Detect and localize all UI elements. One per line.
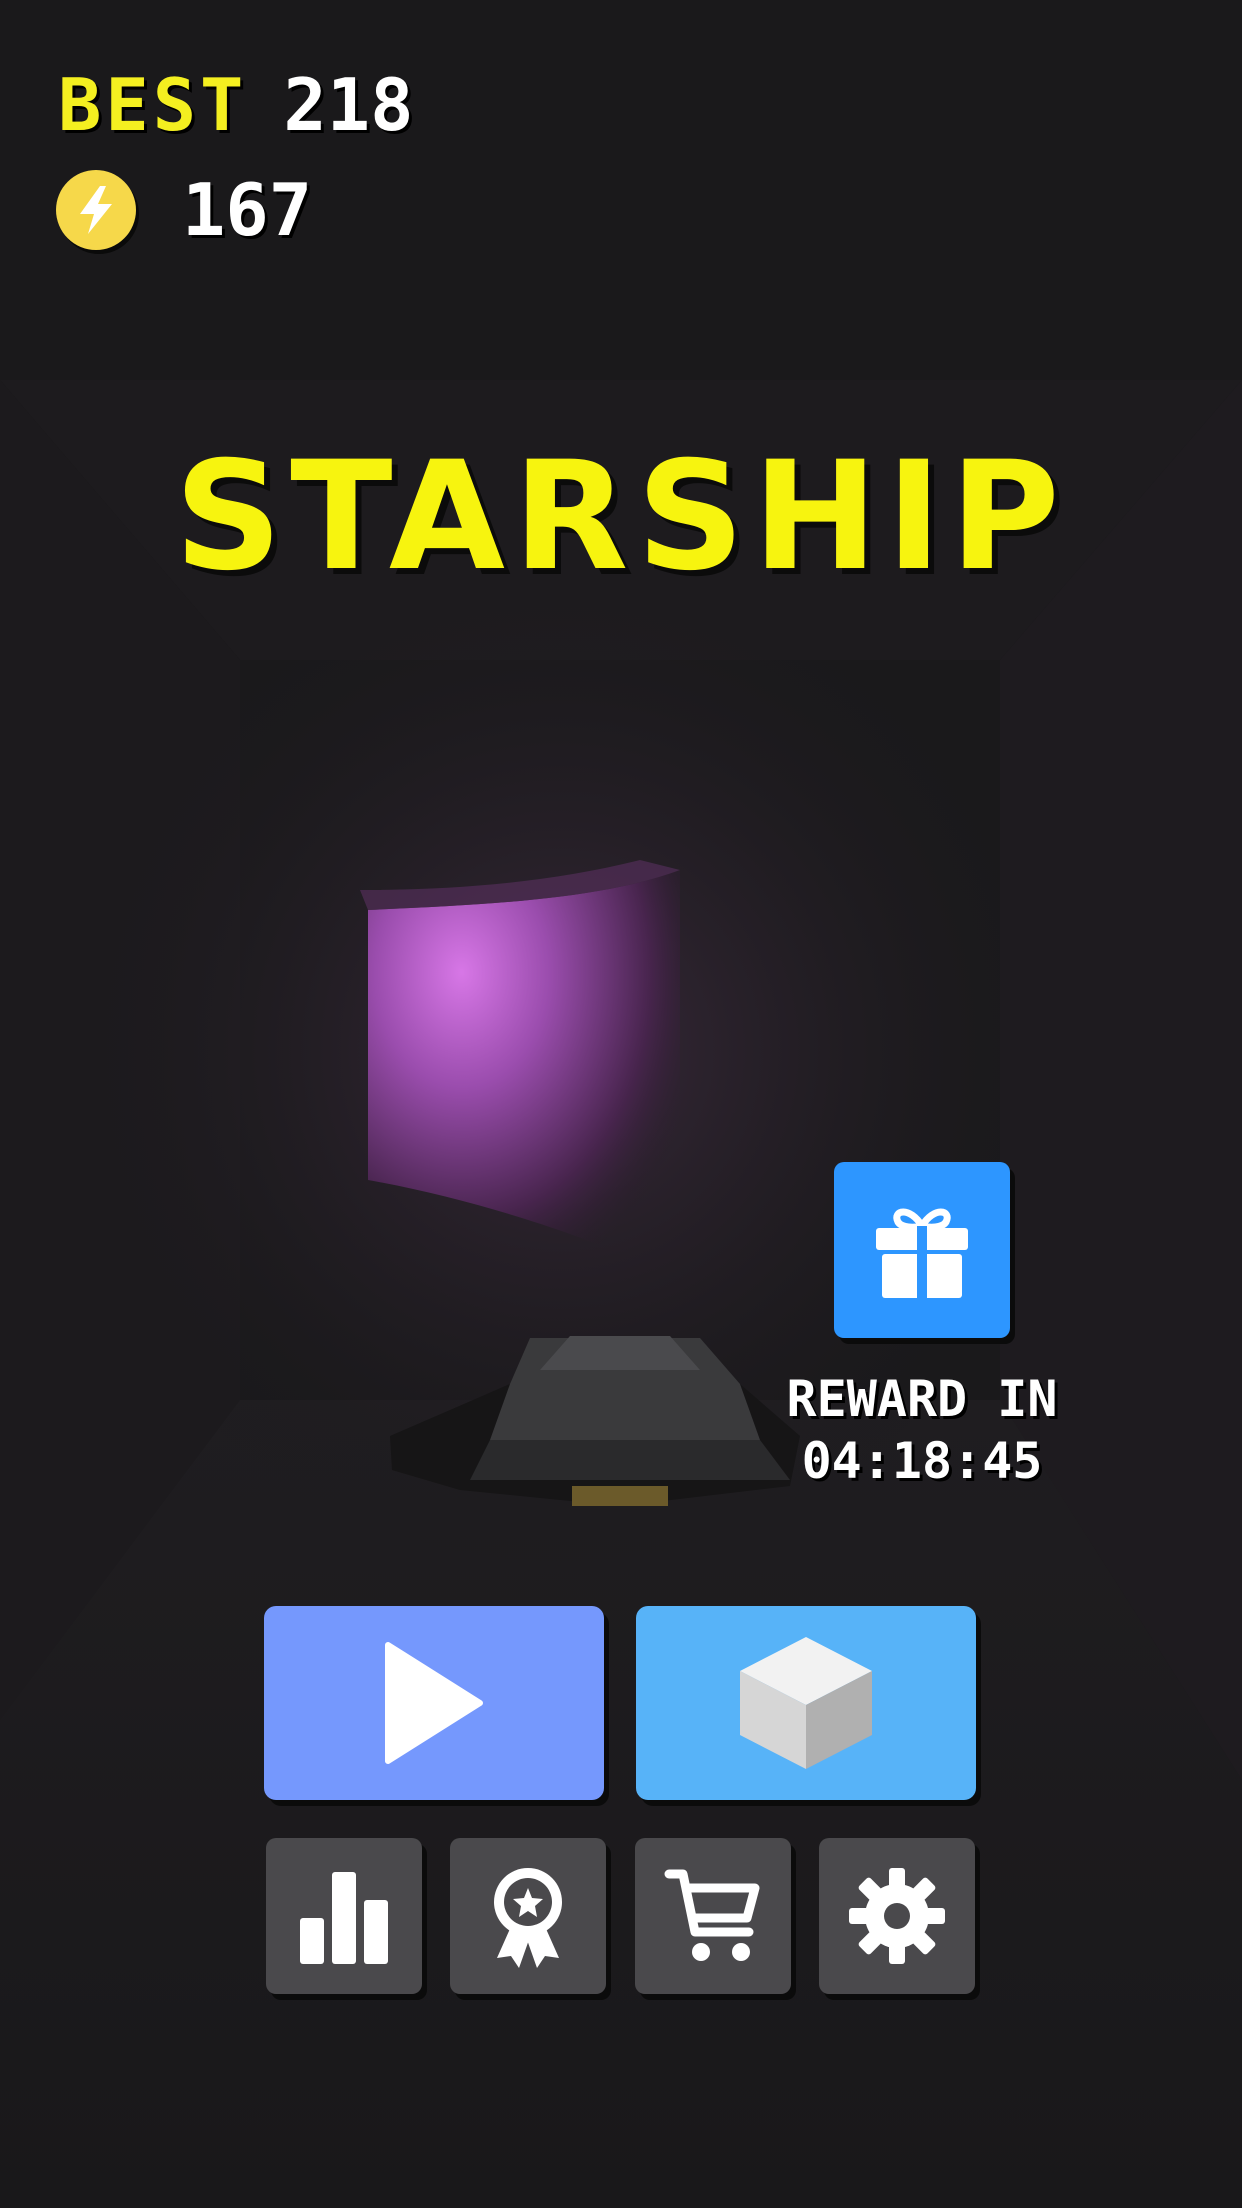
play-button[interactable] <box>264 1606 604 1800</box>
coins-value: 167 <box>182 168 313 252</box>
reward-countdown: 04:18:45 <box>801 1432 1043 1490</box>
lightning-coin-icon <box>56 170 136 250</box>
reward-timer: REWARD IN 04:18:45 <box>780 1368 1064 1492</box>
reward-label: REWARD IN <box>786 1370 1058 1428</box>
game-title: STARSHIP <box>174 430 1068 604</box>
best-score: BEST 218 <box>58 60 413 150</box>
achievements-button[interactable] <box>450 1838 606 1994</box>
award-ribbon-icon <box>494 1868 562 1968</box>
bar-chart-icon <box>300 1872 388 1964</box>
cube-icon <box>740 1637 872 1769</box>
gift-icon <box>876 1208 968 1300</box>
settings-button[interactable] <box>819 1838 975 1994</box>
tunnel-background <box>0 0 1242 2208</box>
shopping-cart-icon <box>664 1869 760 1961</box>
leaderboard-button[interactable] <box>266 1838 422 1994</box>
best-value: 218 <box>283 63 414 147</box>
gift-button[interactable] <box>834 1162 1010 1338</box>
best-label: BEST <box>58 63 248 147</box>
game-screen: BEST 218 167 STARSHIP REWARD IN 04:18:45 <box>0 0 1242 2208</box>
ship-select-button[interactable] <box>636 1606 976 1800</box>
play-icon <box>385 1642 483 1764</box>
shop-button[interactable] <box>635 1838 791 1994</box>
coin-counter: 167 <box>56 168 312 252</box>
gear-icon <box>849 1868 945 1964</box>
